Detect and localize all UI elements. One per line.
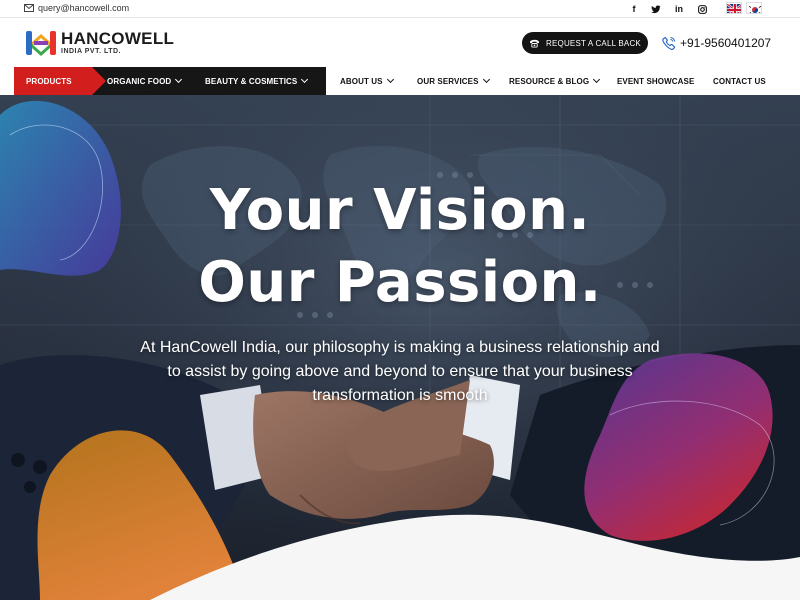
nav-item-organic-food[interactable]: ORGANIC FOOD	[107, 67, 183, 95]
uk-flag-icon[interactable]	[726, 2, 742, 14]
mail-icon	[24, 4, 34, 12]
nav-item-about-us[interactable]: ABOUT US	[340, 67, 394, 95]
chevron-down-icon	[175, 75, 183, 84]
facebook-icon[interactable]: f	[627, 3, 641, 15]
phone-link[interactable]: +91-9560401207	[662, 36, 771, 50]
linkedin-icon[interactable]: in	[672, 3, 686, 15]
nav-label: EVENT SHOWCASE	[617, 76, 695, 86]
nav-item-beauty-cosmetics[interactable]: BEAUTY & COSMETICS	[205, 67, 309, 95]
hero-headline-line-1: Your Vision.	[209, 178, 591, 243]
brand-wordmark[interactable]: HANCOWELL INDIA PVT. LTD.	[61, 30, 174, 55]
phone-icon	[662, 36, 676, 50]
hancowell-logo-icon[interactable]	[24, 28, 58, 58]
chevron-down-icon	[386, 75, 394, 84]
nav-item-event-showcase[interactable]: EVENT SHOWCASE	[617, 67, 694, 95]
brand-subtitle: INDIA PVT. LTD.	[61, 48, 121, 55]
nav-label: BEAUTY & COSMETICS	[205, 76, 298, 86]
nav-label: RESOURCE & BLOG	[509, 76, 590, 86]
nav-label: CONTACT US	[713, 76, 766, 86]
korea-flag-icon[interactable]	[746, 2, 762, 14]
top-bar: query@hancowell.com f in	[0, 0, 800, 18]
nav-item-our-services[interactable]: OUR SERVICES	[417, 67, 490, 95]
chevron-down-icon	[593, 75, 601, 84]
nav-label: OUR SERVICES	[417, 76, 479, 86]
request-call-back-button[interactable]: REQUEST A CALL BACK	[522, 32, 648, 54]
main-navigation: PRODUCTS ORGANIC FOOD BEAUTY & COSMETICS…	[14, 67, 776, 95]
nav-label: ORGANIC FOOD	[107, 76, 172, 86]
phone-number: +91-9560401207	[680, 36, 772, 50]
nav-label: ABOUT US	[340, 76, 383, 86]
hero-headline-line-2: Our Passion.	[198, 250, 602, 315]
hero-banner: Your Vision. Our Passion. At HanCowell I…	[0, 95, 800, 600]
instagram-icon[interactable]	[695, 3, 709, 15]
brand-name: HANCOWELL	[61, 29, 175, 48]
chevron-down-icon	[482, 75, 490, 84]
nav-item-contact-us[interactable]: CONTACT US	[713, 67, 766, 95]
telephone-icon	[530, 39, 540, 48]
email-text: query@hancowell.com	[38, 3, 130, 13]
nav-item-resource-blog[interactable]: RESOURCE & BLOG	[509, 67, 601, 95]
site-header: HANCOWELL INDIA PVT. LTD. REQUEST A CALL…	[0, 18, 800, 66]
nav-label: PRODUCTS	[26, 76, 72, 86]
nav-item-products[interactable]: PRODUCTS	[26, 67, 72, 95]
twitter-icon[interactable]	[649, 3, 663, 15]
email-link[interactable]: query@hancowell.com	[24, 3, 129, 13]
request-call-back-label: REQUEST A CALL BACK	[546, 38, 641, 48]
chevron-down-icon	[301, 75, 309, 84]
hero-tagline: At HanCowell India, our philosophy is ma…	[140, 339, 660, 404]
